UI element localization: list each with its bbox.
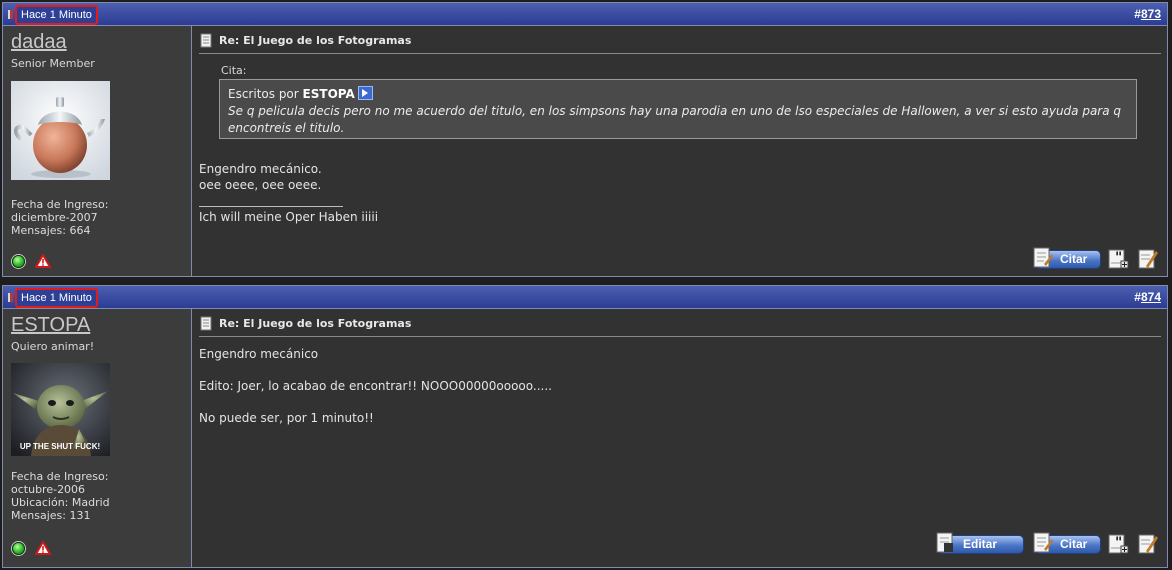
- quote-button[interactable]: Citar: [1033, 247, 1101, 269]
- post-number: #874: [1134, 290, 1161, 304]
- avatar-caption: UP THE SHUT FUCK!: [20, 442, 100, 451]
- signature: Ich will meine Oper Haben iiiii: [199, 210, 379, 224]
- body-line: Engendro mecánico.: [199, 162, 322, 176]
- document-icon: [200, 316, 212, 331]
- join-label: Fecha de Ingreso:: [11, 470, 109, 483]
- user-panel: dadaa Senior Member Fecha de Ingreso: di…: [3, 26, 192, 276]
- quote-paper-icon: [1033, 247, 1053, 268]
- join-date: octubre-2006: [11, 483, 86, 496]
- quick-reply-icon[interactable]: [1136, 532, 1159, 555]
- report-post-icon[interactable]: [35, 254, 51, 268]
- location: Ubicación: Madrid: [11, 496, 110, 509]
- post-number-hash: #: [1134, 290, 1141, 304]
- multi-quote-icon[interactable]: ": [1106, 247, 1129, 270]
- body-line: oee oeee, oee oeee.: [199, 178, 322, 192]
- post-873: Hace 1 Minuto #873 dadaa Senior Member F…: [2, 2, 1168, 277]
- edit-button-label: Editar: [963, 537, 998, 551]
- quote-button-label: Citar: [1060, 252, 1088, 266]
- quick-reply-icon[interactable]: [1136, 247, 1159, 270]
- post-874: Hace 1 Minuto #874 ESTOPA Quiero animar!: [2, 285, 1168, 568]
- quote-button[interactable]: Citar: [1033, 532, 1101, 554]
- post-title-text: Re: El Juego de los Fotogramas: [219, 34, 412, 47]
- document-icon: [200, 33, 212, 48]
- quote-author-prefix: Escritos por: [228, 87, 299, 101]
- quote-paper-icon: [1033, 532, 1053, 553]
- post-time: Hace 1 Minuto: [15, 5, 98, 25]
- post-content: Re: El Juego de los Fotogramas Engendro …: [193, 309, 1167, 567]
- post-number: #873: [1134, 7, 1161, 21]
- edit-button[interactable]: Editar: [936, 532, 1024, 554]
- message-count: Mensajes: 131: [11, 509, 91, 522]
- username-link[interactable]: ESTOPA: [11, 314, 90, 337]
- quote-label: Cita:: [221, 64, 247, 77]
- post-body: Engendro mecánico. oee oeee, oee oeee.: [199, 161, 322, 193]
- avatar: [11, 81, 110, 180]
- quote-box: Escritos por ESTOPA Se q pelicula decis …: [219, 79, 1137, 139]
- post-body-line-3: No puede ser, por 1 minuto!!: [199, 411, 374, 425]
- quote-author: Escritos por ESTOPA: [228, 86, 1128, 103]
- post-title: Re: El Juego de los Fotogramas: [199, 316, 1161, 337]
- flag-icon: [8, 293, 13, 302]
- post-header: Hace 1 Minuto #873: [3, 3, 1167, 26]
- post-header: Hace 1 Minuto #874: [3, 286, 1167, 309]
- edit-paper-icon: [936, 532, 953, 553]
- user-title: Quiero animar!: [11, 340, 95, 353]
- signature-separator: [199, 206, 343, 207]
- view-post-arrow-icon[interactable]: [357, 86, 373, 100]
- post-title-text: Re: El Juego de los Fotogramas: [219, 317, 412, 330]
- username-link[interactable]: dadaa: [11, 31, 67, 54]
- flag-icon: [8, 10, 13, 19]
- quote-text: Se q pelicula decis pero no me acuerdo d…: [228, 104, 1122, 135]
- post-content: Re: El Juego de los Fotogramas Cita: Esc…: [193, 26, 1167, 276]
- avatar: UP THE SHUT FUCK!: [11, 363, 110, 462]
- user-info: Fecha de Ingreso: diciembre-2007 Mensaje…: [11, 198, 108, 237]
- message-count: Mensajes: 664: [11, 224, 91, 237]
- post-time: Hace 1 Minuto: [15, 288, 98, 308]
- quote-author-name: ESTOPA: [302, 87, 355, 101]
- online-status-icon: [12, 255, 25, 268]
- post-title: Re: El Juego de los Fotogramas: [199, 33, 1161, 54]
- post-body-line-1: Engendro mecánico: [199, 347, 319, 361]
- post-number-link[interactable]: 873: [1141, 7, 1161, 21]
- multi-quote-icon[interactable]: ": [1106, 532, 1129, 555]
- post-number-hash: #: [1134, 7, 1141, 21]
- post-body-line-2: Edito: Joer, lo acabao de encontrar!! NO…: [199, 379, 552, 393]
- user-info: Fecha de Ingreso: octubre-2006 Ubicación…: [11, 470, 110, 522]
- report-post-icon[interactable]: [35, 541, 51, 555]
- user-title: Senior Member: [11, 57, 95, 70]
- post-number-link[interactable]: 874: [1141, 290, 1161, 304]
- online-status-icon: [12, 542, 25, 555]
- user-panel: ESTOPA Quiero animar! UP THE SHUT FUCK! …: [3, 309, 192, 567]
- join-label: Fecha de Ingreso:: [11, 198, 109, 211]
- quote-button-label: Citar: [1060, 537, 1088, 551]
- join-date: diciembre-2007: [11, 211, 98, 224]
